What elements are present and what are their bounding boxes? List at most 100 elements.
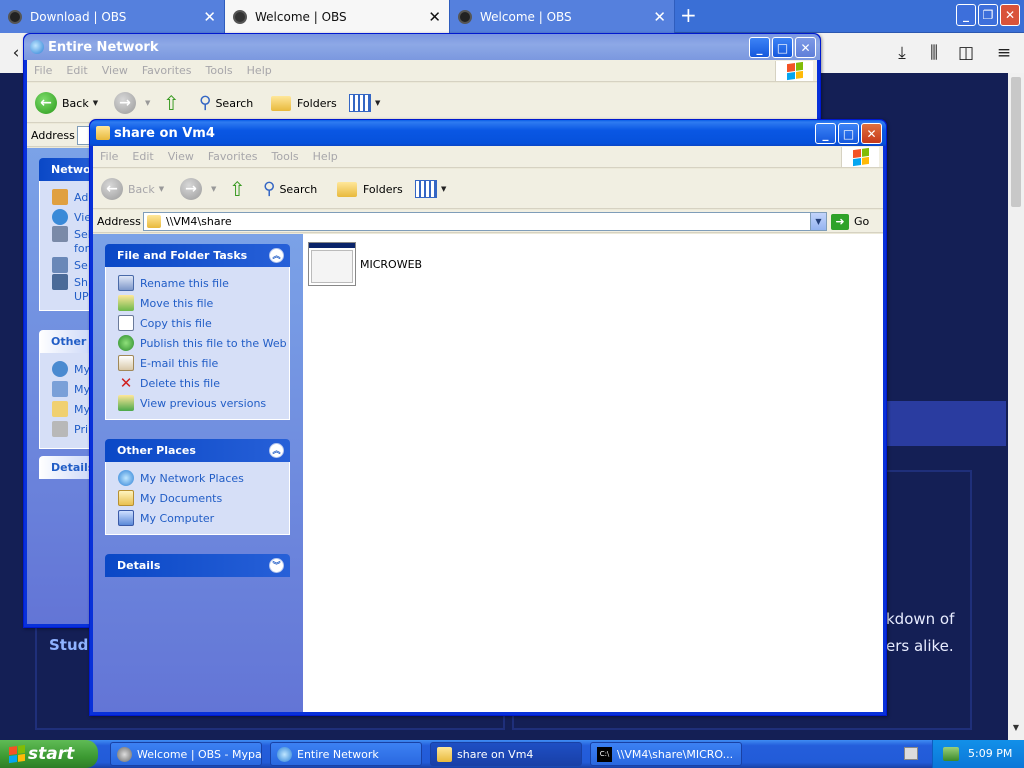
page-text: Studi: [49, 636, 94, 654]
menu-view[interactable]: View: [161, 150, 201, 163]
window-title-bar[interactable]: share on Vm4 _ □ ✕: [90, 120, 886, 146]
taskbar-button-mypal[interactable]: Welcome | OBS - Mypal: [110, 742, 262, 766]
console-icon: C:\: [597, 747, 612, 762]
menu-edit[interactable]: Edit: [59, 64, 94, 77]
task-copy-file[interactable]: Copy this file: [118, 313, 289, 333]
panel-title: File and Folder Tasks: [117, 249, 248, 262]
expand-chevron-icon[interactable]: ︾: [269, 558, 284, 573]
dropdown-arrow-icon[interactable]: ▼: [145, 99, 150, 107]
close-icon[interactable]: ✕: [795, 37, 816, 58]
browser-tab-welcome-obs[interactable]: Welcome | OBS ✕: [225, 0, 450, 33]
task-publish-web[interactable]: Publish this file to the Web: [118, 333, 289, 353]
panel-header[interactable]: Details ︾: [105, 554, 290, 577]
collapse-chevron-icon[interactable]: ︽: [269, 443, 284, 458]
task-email-file[interactable]: E-mail this file: [118, 353, 289, 373]
forward-button[interactable]: → ▼: [114, 91, 150, 115]
restore-icon[interactable]: ❐: [978, 4, 998, 26]
file-name: MICROWEB: [360, 257, 423, 271]
place-my-computer[interactable]: My Computer: [118, 508, 289, 528]
network-tray-icon[interactable]: [943, 747, 959, 761]
keyboard-icon[interactable]: [904, 747, 918, 760]
windows-logo-icon: [9, 744, 25, 764]
scrollbar-thumb[interactable]: [1011, 77, 1021, 207]
menu-favorites[interactable]: Favorites: [201, 150, 265, 163]
go-arrow-icon: ➜: [831, 213, 849, 230]
minimize-icon[interactable]: _: [956, 4, 976, 26]
show-upnp-icon: [52, 274, 68, 290]
taskbar-button-microweb[interactable]: C:\ \\VM4\share\MICRO...: [590, 742, 742, 766]
close-icon[interactable]: ✕: [203, 8, 216, 26]
windows-logo-icon: [775, 61, 813, 81]
task-label: Copy this file: [140, 316, 212, 330]
dropdown-arrow-icon[interactable]: ▼: [159, 185, 164, 193]
minimize-icon[interactable]: _: [749, 37, 770, 58]
menu-tools[interactable]: Tools: [199, 64, 240, 77]
task-label: Rename this file: [140, 276, 229, 290]
menu-favorites[interactable]: Favorites: [135, 64, 199, 77]
menu-help[interactable]: Help: [306, 150, 345, 163]
place-my-network-places[interactable]: My Network Places: [118, 468, 289, 488]
scroll-down-icon[interactable]: ▼: [1008, 723, 1024, 737]
up-folder-button[interactable]: ⇧: [229, 177, 246, 201]
address-field[interactable]: \\VM4\share ▼: [143, 212, 827, 231]
page-scrollbar[interactable]: ▼: [1008, 73, 1024, 740]
panel-header[interactable]: Other Places ︽: [105, 439, 290, 462]
menu-tools[interactable]: Tools: [265, 150, 306, 163]
library-icon[interactable]: ⫼: [922, 41, 946, 65]
menu-view[interactable]: View: [95, 64, 135, 77]
start-button[interactable]: start: [0, 740, 98, 768]
application-icon: [308, 242, 356, 286]
dropdown-arrow-icon[interactable]: ▼: [93, 99, 98, 107]
minimize-icon[interactable]: _: [815, 123, 836, 144]
menu-edit[interactable]: Edit: [125, 150, 160, 163]
back-button[interactable]: ← Back ▼: [101, 177, 164, 201]
maximize-icon[interactable]: □: [772, 37, 793, 58]
menu-file[interactable]: File: [27, 64, 59, 77]
other-places-panel: Other Places ︽ My Network Places My Docu…: [105, 439, 290, 535]
search-button[interactable]: ⚲ Search: [199, 91, 253, 115]
window-title-bar[interactable]: Entire Network _ □ ✕: [24, 34, 820, 60]
maximize-icon[interactable]: □: [838, 123, 859, 144]
views-button[interactable]: ▼: [415, 177, 446, 201]
task-rename-file[interactable]: Rename this file: [118, 273, 289, 293]
rename-icon: [118, 275, 134, 291]
views-button[interactable]: ▼: [349, 91, 380, 115]
folders-button[interactable]: Folders: [337, 177, 403, 201]
dropdown-arrow-icon[interactable]: ▼: [211, 185, 216, 193]
close-icon[interactable]: ✕: [653, 8, 666, 26]
panel-header[interactable]: File and Folder Tasks ︽: [105, 244, 290, 267]
taskbar-label: share on Vm4: [457, 747, 534, 761]
download-icon[interactable]: ⤓: [890, 41, 914, 65]
chevron-down-icon[interactable]: ▼: [810, 213, 826, 230]
close-icon[interactable]: ✕: [1000, 4, 1020, 26]
go-button[interactable]: ➜ Go: [831, 212, 869, 231]
menu-help[interactable]: Help: [240, 64, 279, 77]
menu-file[interactable]: File: [93, 150, 125, 163]
taskbar-button-entire-network[interactable]: Entire Network: [270, 742, 422, 766]
sidebar-icon[interactable]: ◫: [954, 41, 978, 65]
search-icon: ⚲: [199, 93, 212, 113]
collapse-chevron-icon[interactable]: ︽: [269, 248, 284, 263]
forward-button[interactable]: → ▼: [180, 177, 216, 201]
close-icon[interactable]: ✕: [428, 8, 441, 26]
file-item-microweb[interactable]: MICROWEB: [308, 242, 422, 286]
place-my-documents[interactable]: My Documents: [118, 488, 289, 508]
menu-icon[interactable]: ≡: [992, 41, 1016, 65]
task-label: Delete this file: [140, 376, 220, 390]
printer-icon: [52, 421, 68, 437]
back-button[interactable]: ← Back ▼: [35, 91, 98, 115]
browser-tab-download-obs[interactable]: Download | OBS ✕: [0, 0, 225, 33]
up-folder-button[interactable]: ⇧: [163, 91, 180, 115]
task-move-file[interactable]: Move this file: [118, 293, 289, 313]
browser-tab-welcome-obs-2[interactable]: Welcome | OBS ✕: [450, 0, 675, 33]
search-button[interactable]: ⚲ Search: [263, 177, 317, 201]
close-icon[interactable]: ✕: [861, 123, 882, 144]
task-delete-file[interactable]: ✕ Delete this file: [118, 373, 289, 393]
new-tab-button[interactable]: +: [680, 3, 697, 27]
clock[interactable]: 5:09 PM: [968, 747, 1012, 760]
address-label: Address: [97, 215, 141, 228]
folders-button[interactable]: Folders: [271, 91, 337, 115]
documents-icon: [118, 490, 134, 506]
task-previous-versions[interactable]: View previous versions: [118, 393, 289, 413]
taskbar-button-share-on-vm4[interactable]: share on Vm4: [430, 742, 582, 766]
